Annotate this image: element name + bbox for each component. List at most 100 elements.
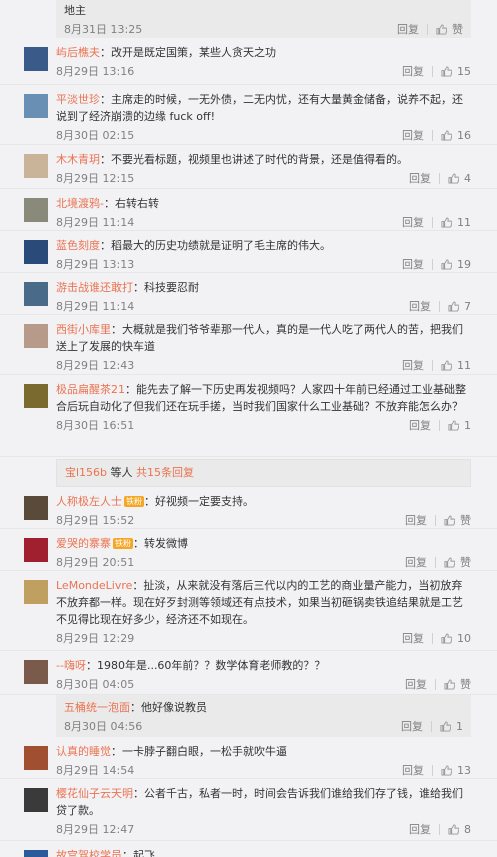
avatar[interactable]	[24, 746, 48, 770]
comment-item: 屿后樵夫：改开是既定国策，某些人贪天之功 8月29日 13:16 回复 15	[0, 38, 497, 85]
reply-button[interactable]: 回复	[409, 298, 431, 314]
thumbs-up-icon	[440, 720, 451, 732]
comment-text: 稻最大的历史功绩就是证明了毛主席的伟大。	[111, 239, 331, 252]
comment-username[interactable]: 木木青玥	[56, 153, 100, 166]
comment-username[interactable]: 故宫驾校学员	[56, 849, 122, 857]
comment-username[interactable]: 极品扁醒茶21	[56, 383, 125, 396]
comment-username[interactable]: 蓝色刻度	[56, 239, 100, 252]
avatar[interactable]	[24, 154, 48, 178]
comment-username[interactable]: 认真的睡觉	[56, 745, 111, 758]
comment-username[interactable]: 屿后樵夫	[56, 46, 100, 59]
reply-button[interactable]: 回复	[405, 554, 427, 570]
partial-comment: 地主 8月31日 13:25 回复 赞	[56, 0, 471, 38]
comment-time: 8月31日 13:25	[64, 23, 143, 36]
avatar[interactable]	[24, 324, 48, 348]
like-button[interactable]: 赞	[444, 554, 471, 570]
like-count: 16	[457, 128, 471, 142]
more-replies-count[interactable]: 共15条回复	[136, 466, 194, 479]
avatar[interactable]	[24, 496, 48, 520]
reply-button[interactable]: 回复	[405, 512, 427, 528]
comment-time: 8月29日 13:16	[56, 65, 135, 78]
comment-time: 8月30日 16:51	[56, 419, 135, 432]
reply-button[interactable]: 回复	[409, 417, 431, 433]
sub-reply-time: 8月30日 04:56	[64, 720, 143, 733]
like-count: 13	[457, 763, 471, 777]
like-button[interactable]: 赞	[444, 512, 471, 528]
comment-text: 改开是既定国策，某些人贪天之功	[111, 46, 276, 59]
comment-username[interactable]: 北境渡鸦-	[56, 197, 104, 210]
like-count: 赞	[452, 23, 463, 36]
avatar[interactable]	[24, 788, 48, 812]
reply-button[interactable]: 回复	[402, 357, 424, 373]
comment-username[interactable]: 西街小库里	[56, 323, 111, 336]
reply-button[interactable]: 回复	[409, 170, 431, 186]
comment-username[interactable]: 人称极左人士	[56, 495, 122, 508]
avatar[interactable]	[24, 384, 48, 408]
reply-button[interactable]: 回复	[402, 630, 424, 646]
comment-username[interactable]: --嗨呀	[56, 659, 86, 672]
comment-text: 好视频一定要支持。	[155, 495, 254, 508]
thumbs-up-icon	[441, 359, 452, 371]
like-button[interactable]: 赞	[436, 21, 463, 37]
comment-text: 1980年是...60年前？？数学体育老师教的？？	[96, 659, 326, 672]
comment-username[interactable]: 平淡世珍	[56, 93, 100, 106]
like-button[interactable]: 19	[441, 258, 471, 271]
reply-button[interactable]: 回复	[402, 256, 424, 272]
comment-time: 8月29日 12:15	[56, 172, 135, 185]
avatar[interactable]	[24, 282, 48, 306]
thumbs-up-icon	[441, 129, 452, 141]
thumbs-up-icon	[441, 216, 452, 228]
like-button[interactable]: 16	[441, 129, 471, 142]
avatar[interactable]	[24, 47, 48, 71]
comment-text: 起飞	[133, 849, 155, 857]
avatar[interactable]	[24, 580, 48, 604]
thumbs-up-icon	[441, 65, 452, 77]
like-button[interactable]: 1	[440, 720, 463, 733]
more-replies-bar[interactable]: 宝l156b 等人 共15条回复	[56, 459, 471, 487]
avatar[interactable]	[24, 94, 48, 118]
comment-username[interactable]: 樱花仙子云天明	[56, 787, 133, 800]
reply-button[interactable]: 回复	[402, 63, 424, 79]
thumbs-up-icon	[441, 258, 452, 270]
comment-time: 8月29日 15:52	[56, 514, 135, 527]
like-button[interactable]: 10	[441, 632, 471, 645]
comment-username[interactable]: 游击战谁还敢打	[56, 281, 133, 294]
avatar[interactable]	[24, 850, 48, 857]
like-button[interactable]: 8	[448, 823, 471, 836]
thumbs-up-icon	[436, 23, 447, 35]
like-button[interactable]: 7	[448, 300, 471, 313]
comment-text: 地主	[64, 4, 86, 17]
more-replies-user[interactable]: 宝l156b	[65, 466, 107, 479]
comment-time: 8月29日 12:43	[56, 359, 135, 372]
like-button[interactable]: 1	[448, 419, 471, 432]
reply-button[interactable]: 回复	[402, 762, 424, 778]
comment-item: 蓝色刻度：稻最大的历史功绩就是证明了毛主席的伟大。 8月29日 13:13 回复 19	[0, 231, 497, 273]
reply-button[interactable]: 回复	[401, 718, 423, 734]
avatar[interactable]	[24, 240, 48, 264]
thumbs-up-icon	[441, 632, 452, 644]
reply-button[interactable]: 回复	[397, 21, 419, 37]
avatar[interactable]	[24, 660, 48, 684]
avatar[interactable]	[24, 538, 48, 562]
like-button[interactable]: 15	[441, 65, 471, 78]
comment-username[interactable]: LeMondeLivre	[56, 579, 132, 592]
like-button[interactable]: 4	[448, 172, 471, 185]
like-button[interactable]: 13	[441, 764, 471, 777]
comment-item: --嗨呀：1980年是...60年前？？数学体育老师教的？？ 8月30日 04:0…	[0, 651, 497, 695]
reply-button[interactable]: 回复	[405, 676, 427, 692]
reply-button[interactable]: 回复	[409, 821, 431, 837]
reply-button[interactable]: 回复	[402, 127, 424, 143]
like-button[interactable]: 11	[441, 216, 471, 229]
avatar[interactable]	[24, 198, 48, 222]
sub-reply-text: 他好像说教员	[141, 701, 207, 714]
comment-item: 平淡世珍：主席走的时候，一无外债，二无内忧，还有大量黄金储备，说养不起，还说到了…	[0, 85, 497, 145]
comment-time: 8月29日 14:54	[56, 764, 135, 777]
fan-badge: 铁粉	[113, 538, 133, 549]
like-button[interactable]: 赞	[444, 676, 471, 692]
like-count: 7	[464, 299, 471, 313]
sub-reply-username[interactable]: 五桶统一泡面	[64, 701, 130, 714]
comment-username[interactable]: 爱哭的寨寨	[56, 537, 111, 550]
reply-button[interactable]: 回复	[402, 214, 424, 230]
like-button[interactable]: 11	[441, 359, 471, 372]
thumbs-up-icon	[444, 556, 455, 568]
